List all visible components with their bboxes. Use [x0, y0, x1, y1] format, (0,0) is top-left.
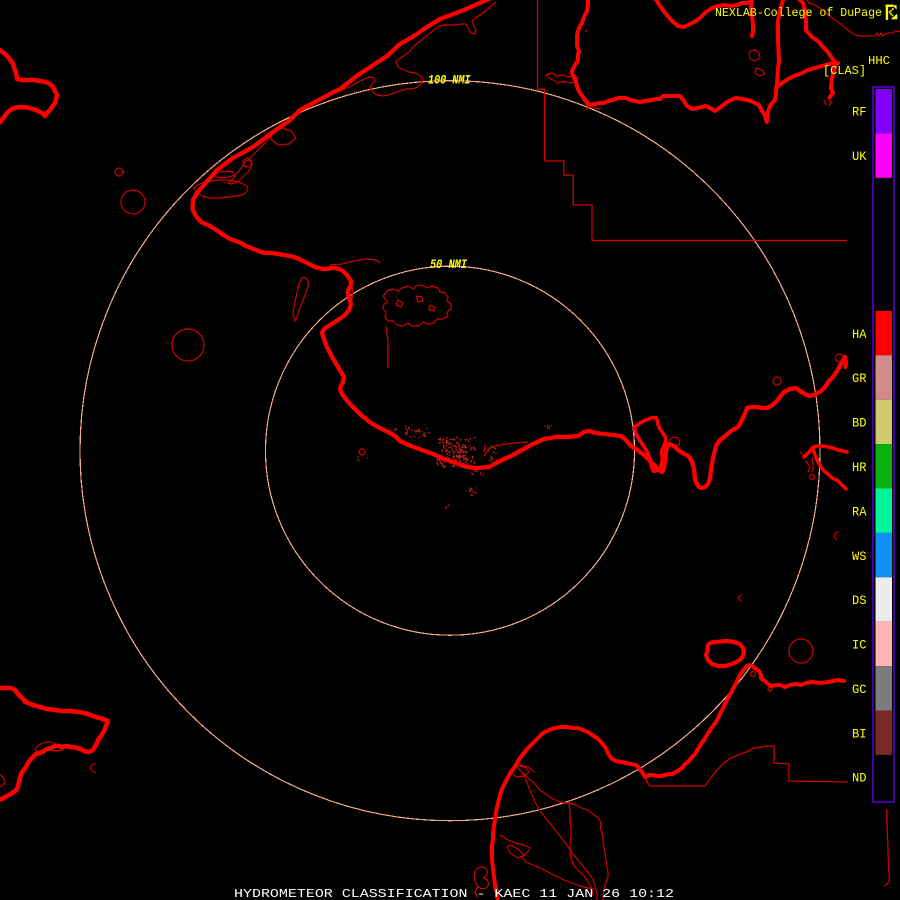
svg-text:HHC: HHC — [868, 54, 890, 68]
svg-text:WS: WS — [852, 550, 867, 564]
svg-text:NEXLAB-College of DuPage: NEXLAB-College of DuPage — [715, 6, 882, 20]
svg-text:GC: GC — [852, 683, 867, 697]
svg-text:ND: ND — [852, 772, 867, 786]
svg-text:HYDROMETEOR CLASSIFICATION - K: HYDROMETEOR CLASSIFICATION - KAEC 11 JAN… — [234, 887, 674, 900]
svg-text:BD: BD — [852, 417, 867, 431]
svg-text:50 NMI: 50 NMI — [430, 257, 467, 272]
svg-text:HR: HR — [852, 461, 867, 475]
svg-text:UK: UK — [852, 150, 867, 164]
svg-text:RA: RA — [852, 506, 867, 520]
svg-text:IC: IC — [852, 639, 867, 653]
svg-text:100 NMI: 100 NMI — [428, 73, 471, 88]
svg-text:GR: GR — [852, 372, 867, 386]
svg-text:[CLAS]: [CLAS] — [823, 64, 866, 78]
svg-text:BI: BI — [852, 728, 867, 742]
svg-text:HA: HA — [852, 328, 867, 342]
svg-text:DS: DS — [852, 594, 867, 608]
svg-text:RF: RF — [852, 106, 867, 120]
